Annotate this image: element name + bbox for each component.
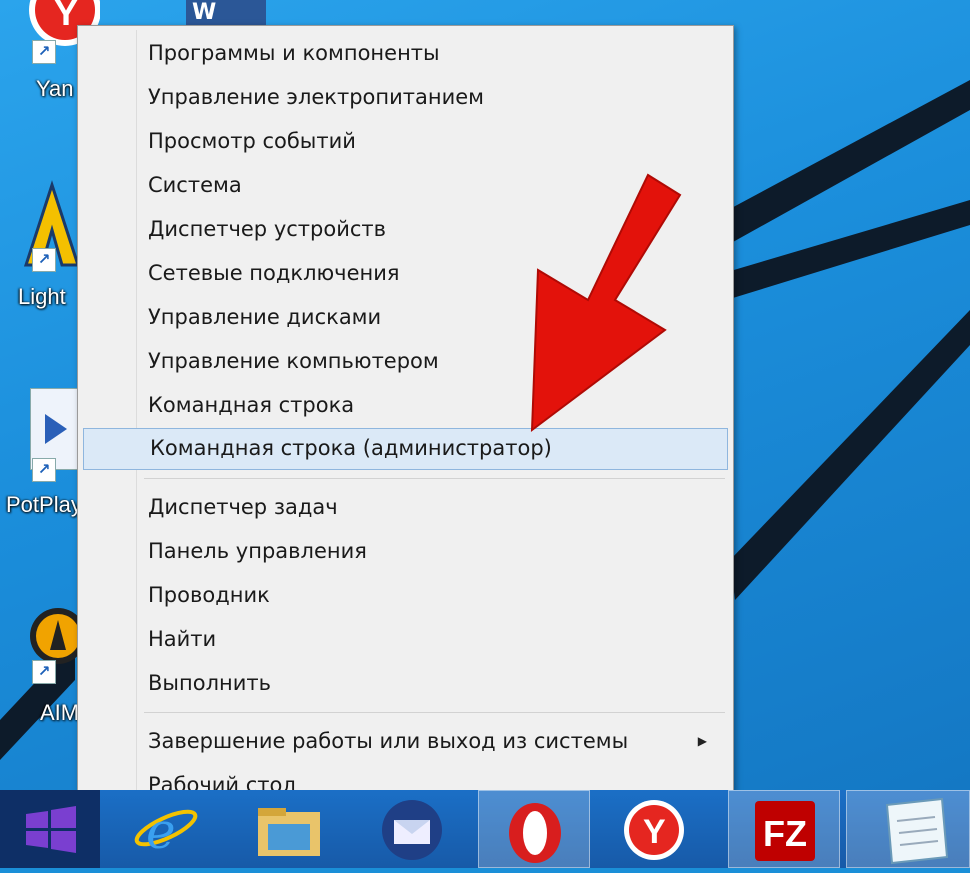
thunderbird-icon — [382, 800, 442, 860]
opera-icon — [509, 803, 561, 863]
desktop: Y ↗ Yan W ↗ Light ↗ PotPlay ↗ AIM Програ… — [0, 0, 970, 790]
shortcut-arrow-icon: ↗ — [32, 248, 56, 272]
menu-item-desktop[interactable]: Рабочий стол — [82, 765, 729, 790]
folder-icon — [258, 808, 320, 856]
windows-logo-icon — [26, 806, 76, 853]
menu-item-power-options[interactable]: Управление электропитанием — [82, 77, 729, 117]
wallpaper-stripe — [730, 310, 970, 600]
menu-item-run[interactable]: Выполнить — [82, 663, 729, 703]
desktop-icon-label: AIM — [40, 700, 80, 725]
taskbar-filezilla[interactable]: FZ — [728, 790, 840, 868]
red-pointer-arrow-icon — [530, 173, 682, 433]
svg-text:FZ: FZ — [763, 813, 807, 854]
desktop-icon-label: Light — [18, 284, 66, 309]
desktop-icon-label: PotPlay — [6, 492, 82, 517]
taskbar-internet-explorer[interactable]: e — [118, 790, 218, 868]
menu-item-label: Завершение работы или выход из системы — [148, 729, 629, 753]
desktop-icon-label: Yan — [36, 76, 74, 101]
desktop-icon-lightworks[interactable]: ↗ Light — [0, 180, 81, 310]
internet-explorer-icon: e — [134, 802, 198, 860]
menu-item-shutdown-signout[interactable]: Завершение работы или выход из системы ▶ — [82, 721, 729, 761]
svg-text:e: e — [146, 802, 176, 860]
taskbar-yandex-browser[interactable]: Y — [598, 790, 710, 868]
menu-item-search[interactable]: Найти — [82, 619, 729, 659]
taskbar-notepad[interactable] — [846, 790, 970, 868]
taskbar-file-explorer[interactable] — [240, 790, 340, 868]
desktop-icon-word[interactable]: W — [186, 0, 266, 25]
taskbar: e Y FZ — [0, 790, 970, 868]
taskbar-thunderbird[interactable] — [362, 790, 462, 868]
desktop-icon-aimp[interactable]: ↗ AIM — [0, 598, 86, 728]
filezilla-icon: FZ — [755, 801, 815, 861]
menu-separator — [144, 478, 725, 479]
notepad-icon — [885, 797, 949, 865]
yandex-browser-icon: Y — [624, 800, 684, 860]
shortcut-arrow-icon: ↗ — [32, 660, 56, 684]
menu-item-event-viewer[interactable]: Просмотр событий — [82, 121, 729, 161]
menu-item-programs-and-features[interactable]: Программы и компоненты — [82, 33, 729, 73]
menu-item-task-manager[interactable]: Диспетчер задач — [82, 487, 729, 527]
shortcut-arrow-icon: ↗ — [32, 458, 56, 482]
menu-item-file-explorer[interactable]: Проводник — [82, 575, 729, 615]
desktop-icon-yandex[interactable]: Y ↗ Yan — [0, 0, 100, 110]
word-icon: W — [186, 0, 266, 25]
menu-separator — [144, 712, 725, 713]
desktop-icon-potplayer[interactable]: ↗ PotPlay — [0, 388, 82, 518]
menu-item-control-panel[interactable]: Панель управления — [82, 531, 729, 571]
svg-text:Y: Y — [54, 0, 78, 33]
svg-text:Y: Y — [643, 813, 666, 851]
shortcut-arrow-icon: ↗ — [32, 40, 56, 64]
start-button[interactable] — [0, 790, 100, 868]
taskbar-opera[interactable] — [478, 790, 590, 868]
submenu-arrow-icon: ▶ — [697, 734, 707, 748]
